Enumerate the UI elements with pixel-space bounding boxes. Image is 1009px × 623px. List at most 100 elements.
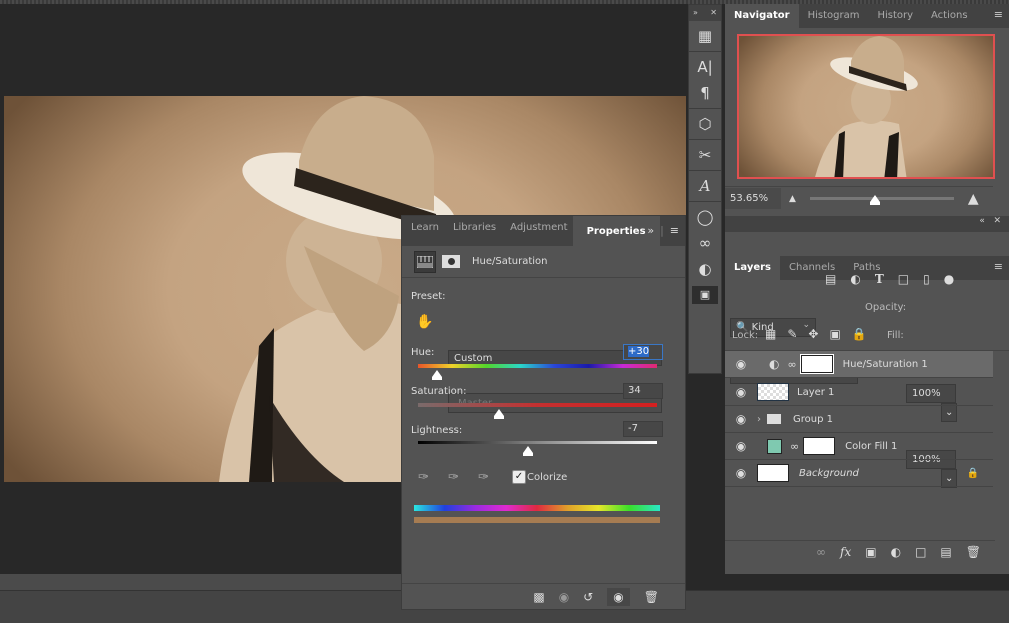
hue-label: Hue:	[411, 347, 435, 358]
lightness-value: -7	[628, 423, 638, 434]
saturation-slider[interactable]	[418, 403, 657, 407]
layer-row-background[interactable]: ◉ Background 🔒	[725, 460, 993, 487]
dock-header: » ✕	[689, 5, 721, 21]
zoom-slider-thumb[interactable]	[869, 195, 880, 205]
collapse-icon[interactable]: »	[693, 8, 698, 18]
lightness-slider-thumb[interactable]	[522, 446, 533, 456]
link-icon[interactable]: ∞	[790, 440, 799, 453]
grid-icon[interactable]: ▦	[698, 27, 712, 45]
zoom-slider[interactable]	[809, 195, 954, 205]
layer-name[interactable]: Hue/Saturation 1	[843, 359, 928, 370]
layer-name[interactable]: Group 1	[793, 414, 833, 425]
link-layers-icon[interactable]: ∞	[816, 545, 826, 559]
layer-mask-thumbnail[interactable]	[799, 354, 834, 374]
zoom-in-icon[interactable]: ▲	[968, 191, 979, 207]
tab-actions[interactable]: Actions	[922, 4, 977, 28]
expand-group-chevron-icon[interactable]: ›	[757, 414, 761, 425]
clip-to-layer-icon[interactable]: ▩	[533, 590, 544, 604]
3d-cube-icon[interactable]: ⬡	[698, 115, 711, 133]
lightness-input[interactable]: -7	[623, 421, 663, 437]
tab-history[interactable]: History	[868, 4, 922, 28]
hue-slider[interactable]	[418, 364, 657, 368]
expand-panels-icon[interactable]: »	[647, 224, 654, 237]
layer-name[interactable]: Layer 1	[797, 387, 834, 398]
new-group-icon[interactable]: □	[915, 545, 926, 559]
close-icon[interactable]: ✕	[993, 216, 1001, 226]
navigator-tabs: Navigator Histogram History Actions ≡	[725, 4, 1009, 28]
adjustments-icon[interactable]: ◐	[698, 260, 711, 278]
new-adjustment-layer-icon[interactable]: ◐	[891, 545, 901, 559]
libraries-icon[interactable]: ▣	[692, 286, 718, 304]
filter-toggle-icon[interactable]: ●	[944, 272, 954, 286]
tools-icon[interactable]: ✂	[699, 146, 712, 164]
tab-navigator[interactable]: Navigator	[725, 4, 799, 28]
saturation-input[interactable]: 34	[623, 383, 663, 399]
panel-menu-icon[interactable]: ≡	[994, 8, 1003, 21]
toggle-visibility-icon[interactable]: ◉	[607, 587, 630, 606]
close-icon[interactable]: ✕	[710, 8, 717, 18]
visibility-eye-icon[interactable]: ◉	[725, 357, 757, 371]
eyedropper-icon[interactable]: ✑	[418, 470, 429, 485]
paragraph-icon[interactable]: ¶	[700, 84, 710, 102]
tab-learn[interactable]: Learn	[402, 216, 444, 246]
visibility-eye-icon[interactable]: ◉	[725, 412, 757, 426]
character-icon[interactable]: A|	[697, 58, 712, 76]
lock-image-pixels-icon[interactable]: ✎	[787, 327, 797, 341]
layer-row-group-1[interactable]: ◉ › Group 1	[725, 406, 993, 433]
add-mask-icon[interactable]: ▣	[865, 545, 876, 559]
reset-icon[interactable]: ↺	[583, 590, 593, 604]
fx-icon[interactable]: fx	[840, 545, 851, 559]
shape-filter-icon[interactable]: □	[898, 272, 909, 286]
adjustment-icon-button[interactable]	[414, 250, 436, 273]
zoom-out-icon[interactable]: ▲	[789, 194, 796, 204]
smart-object-filter-icon[interactable]: ▯	[923, 272, 930, 286]
layer-mask-thumbnail[interactable]	[803, 437, 836, 455]
link-icon[interactable]: ∞	[787, 358, 796, 371]
properties-panel: Learn Libraries Adjustment Properties » …	[401, 215, 686, 610]
lock-artboard-icon[interactable]: ▣	[829, 327, 840, 341]
pixel-filter-icon[interactable]: ▤	[825, 272, 836, 286]
panel-menu-icon[interactable]: ≡	[670, 224, 679, 237]
targeted-adjustment-hand-icon[interactable]: ✋	[416, 314, 433, 330]
tab-libraries[interactable]: Libraries	[444, 216, 501, 246]
lock-transparent-pixels-icon[interactable]: ▦	[765, 327, 776, 341]
tab-layers[interactable]: Layers	[725, 256, 780, 280]
new-layer-icon[interactable]: ▤	[940, 545, 951, 559]
color-fill-swatch[interactable]	[767, 438, 782, 454]
view-previous-icon[interactable]: ◉	[559, 590, 569, 604]
type-filter-icon[interactable]: T	[875, 272, 884, 286]
lightness-label: Lightness:	[411, 425, 463, 436]
lightbulb-icon[interactable]: ◯	[697, 208, 714, 226]
delete-icon[interactable]: 🗑	[644, 590, 659, 604]
hue-value: +30	[628, 346, 650, 357]
layer-row-layer-1[interactable]: ◉ Layer 1	[725, 379, 993, 406]
eyedropper-plus-icon[interactable]: ✑	[448, 470, 459, 485]
saturation-slider-thumb[interactable]	[494, 409, 505, 419]
creative-cloud-icon[interactable]: ∞	[699, 234, 712, 252]
panel-menu-icon[interactable]: ≡	[994, 260, 1003, 273]
layer-name[interactable]: Background	[799, 468, 859, 479]
zoom-value[interactable]: 53.65%	[725, 188, 781, 209]
visibility-eye-icon[interactable]: ◉	[725, 439, 757, 453]
navigator-preview[interactable]	[737, 34, 995, 179]
lock-position-icon[interactable]: ✥	[808, 327, 818, 341]
colorize-checkbox[interactable]: ✓	[512, 470, 526, 484]
collapse-icon[interactable]: «	[979, 216, 985, 226]
eyedropper-minus-icon[interactable]: ✑	[478, 470, 489, 485]
glyphs-icon[interactable]: A	[700, 177, 711, 195]
visibility-eye-icon[interactable]: ◉	[725, 466, 757, 480]
layer-row-color-fill-1[interactable]: ◉ ∞ Color Fill 1	[725, 433, 993, 460]
hue-input[interactable]: +30	[623, 344, 663, 360]
layer-name[interactable]: Color Fill 1	[845, 441, 897, 452]
tab-histogram[interactable]: Histogram	[799, 4, 869, 28]
tab-adjustments[interactable]: Adjustment	[501, 216, 572, 246]
visibility-eye-icon[interactable]: ◉	[725, 385, 757, 399]
mask-icon-button[interactable]	[442, 255, 460, 268]
lock-all-icon[interactable]: 🔒	[852, 327, 867, 341]
hue-saturation-icon	[417, 255, 433, 268]
delete-layer-icon[interactable]: 🗑	[966, 545, 981, 559]
layer-row-hue-saturation[interactable]: ◉ ◐ ∞ Hue/Saturation 1	[725, 351, 993, 378]
adjustment-filter-icon[interactable]: ◐	[850, 272, 860, 286]
hue-slider-thumb[interactable]	[432, 370, 443, 380]
lightness-slider[interactable]	[418, 441, 657, 444]
